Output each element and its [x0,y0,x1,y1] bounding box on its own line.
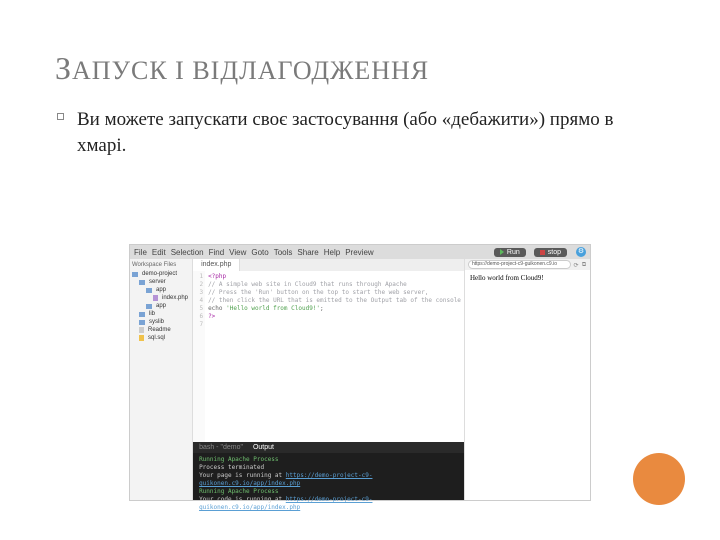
console-tabs: bash - "demo" Output [193,442,464,453]
url-field[interactable]: https://demo-project-c9-guikonen.c9.io [468,260,571,269]
title-cap: З [55,50,72,86]
tree-item[interactable]: Readme [132,326,190,334]
slide: ЗАПУСК І ВІДЛАГОДЖЕННЯ Ви можете запуска… [0,0,720,540]
preview-page: Hello world from Cloud9! [465,270,590,500]
stop-button[interactable]: stop [534,248,567,257]
tree-item[interactable]: lib [132,310,190,318]
tree-item[interactable]: sql.sql [132,334,190,342]
menu-file[interactable]: File [134,248,147,257]
menu-edit[interactable]: Edit [152,248,166,257]
popout-icon[interactable]: ⧉ [581,262,587,268]
menu-tools[interactable]: Tools [274,248,293,257]
slide-title: ЗАПУСК І ВІДЛАГОДЖЕННЯ [55,50,665,87]
decor-circle [633,453,685,505]
reload-icon[interactable]: ⟳ [573,262,579,268]
code-lines: <?php// A simple web site in Cloud9 that… [205,271,464,442]
tree-item[interactable]: app [132,302,190,310]
gutter: 1 2 3 4 5 6 7 [193,271,205,442]
preview-pane: https://demo-project-c9-guikonen.c9.io ⟳… [465,259,590,500]
console-tab-bash[interactable]: bash - "demo" [199,444,243,451]
tree-item[interactable]: server [132,278,190,286]
ide-screenshot: File Edit Selection Find View Goto Tools… [130,245,590,500]
tree-item[interactable]: app [132,286,190,294]
editor-tabs: index.php [193,259,464,271]
tree-item[interactable]: index.php [132,294,190,302]
tree-item[interactable]: demo-project [132,270,190,278]
code-area[interactable]: 1 2 3 4 5 6 7 <?php// A simple web site … [193,271,464,442]
file-tree: Workspace Files demo-projectserverappind… [130,259,193,500]
body-text: Ви можете запускати своє застосування (а… [55,107,665,158]
menu-goto[interactable]: Goto [251,248,268,257]
settings-icon[interactable]: ⚙ [576,247,586,257]
editor-tab[interactable]: index.php [193,259,240,271]
editor-pane: index.php 1 2 3 4 5 6 7 <?php// A simple… [193,259,465,500]
menu-help[interactable]: Help [324,248,340,257]
sidebar-title: Workspace Files [132,262,190,268]
console-tab-output[interactable]: Output [253,444,274,451]
tree-item[interactable]: syslib [132,318,190,326]
title-rest: АПУСК І ВІДЛАГОДЖЕННЯ [72,56,429,85]
url-bar: https://demo-project-c9-guikonen.c9.io ⟳… [465,259,590,270]
menu-view[interactable]: View [229,248,246,257]
preview-text: Hello world from Cloud9! [470,274,544,282]
menu-selection[interactable]: Selection [171,248,204,257]
menu-preview[interactable]: Preview [345,248,373,257]
menu-find[interactable]: Find [209,248,225,257]
console: bash - "demo" Output Running Apache Proc… [193,442,464,500]
workspace: Workspace Files demo-projectserverappind… [130,259,590,500]
run-button[interactable]: Run [494,248,526,257]
menu-share[interactable]: Share [297,248,318,257]
menubar: File Edit Selection Find View Goto Tools… [130,245,590,259]
console-output: Running Apache ProcessProcess terminated… [193,453,464,515]
